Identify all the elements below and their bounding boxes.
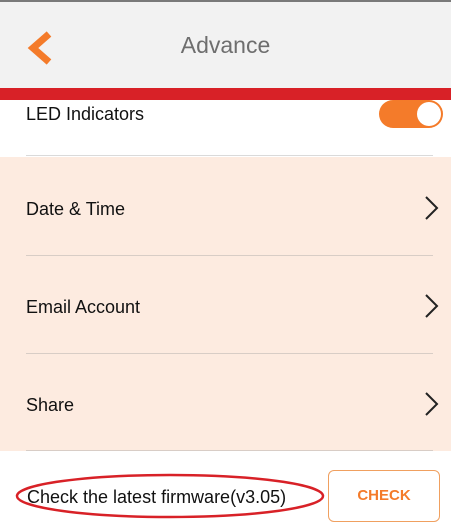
page-title: Advance [180, 32, 271, 58]
list-item-date-time[interactable]: Date & Time [0, 157, 451, 255]
led-indicators-row: LED Indicators [0, 100, 451, 156]
led-indicators-label: LED Indicators [26, 104, 145, 124]
firmware-row: Check the latest firmware(v3.05) CHECK [0, 452, 451, 529]
app-header: Advance [0, 0, 451, 90]
list-item-label: Date & Time [26, 199, 126, 219]
check-firmware-button[interactable]: CHECK [328, 470, 440, 522]
chevron-right-icon [425, 392, 439, 416]
divider [26, 450, 433, 451]
list-item-share[interactable]: Share [0, 353, 451, 451]
toggle-knob [417, 102, 441, 126]
chevron-right-icon [425, 196, 439, 220]
list-item-label: Share [26, 395, 75, 415]
settings-list: Date & Time Email Account Share [0, 157, 451, 451]
screen: Advance LED Indicators Date & Time Email… [0, 0, 451, 529]
highlight-ellipse [15, 473, 325, 519]
led-indicators-toggle[interactable] [379, 100, 443, 128]
list-item-label: Email Account [26, 297, 141, 317]
chevron-right-icon [425, 294, 439, 318]
divider [26, 155, 433, 156]
header-accent-bar [0, 88, 451, 100]
list-item-email-account[interactable]: Email Account [0, 255, 451, 353]
